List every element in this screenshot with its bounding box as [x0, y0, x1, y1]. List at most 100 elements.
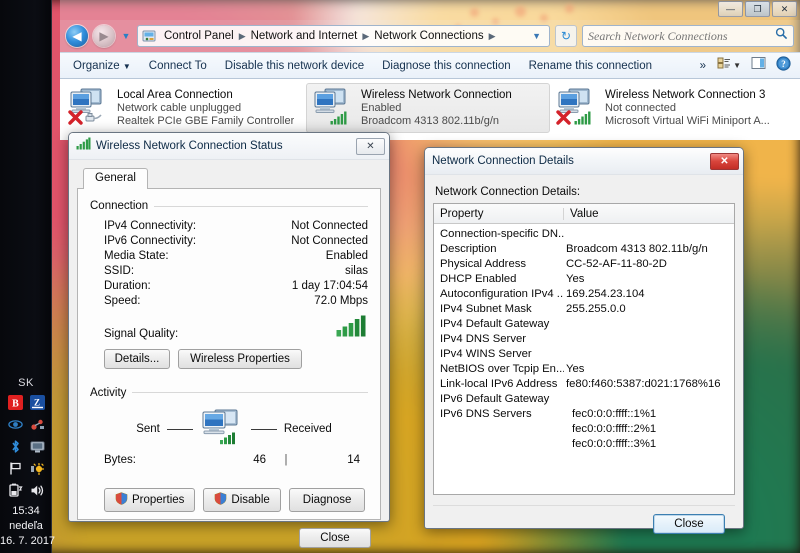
row-value [564, 317, 734, 332]
disable-button[interactable]: Disable [203, 487, 281, 512]
connect-to-button[interactable]: Connect To [140, 56, 216, 76]
toolbar-overflow-button[interactable]: » [694, 56, 712, 76]
control-panel-icon [142, 29, 157, 44]
bluetooth-icon[interactable] [8, 439, 23, 454]
wireless-properties-button[interactable]: Wireless Properties [178, 348, 302, 369]
close-button[interactable]: ✕ [772, 1, 797, 17]
maximize-icon: ❐ [753, 3, 762, 14]
preview-pane-button[interactable] [746, 54, 771, 77]
column-header-value: Value [570, 207, 599, 220]
eye-icon[interactable] [7, 417, 23, 432]
display-icon[interactable] [30, 439, 45, 454]
chevron-down-icon: ▼ [733, 61, 741, 70]
table-row[interactable]: fec0:0:0:ffff::2%1 [434, 422, 734, 437]
table-row[interactable]: IPv6 DNS Servers fec0:0:0:ffff::1%1 [434, 407, 734, 422]
dialog-title-bar: Wireless Network Connection Status ✕ [69, 133, 389, 160]
organize-button[interactable]: Organize ▼ [64, 56, 140, 76]
breadcrumb-item-network-and-internet[interactable]: Network and Internet [248, 29, 361, 43]
volume-icon[interactable] [30, 483, 45, 498]
maximize-button[interactable]: ❐ [745, 1, 770, 17]
row-value: Not Connected [291, 234, 368, 247]
close-icon: ✕ [780, 3, 789, 14]
breadcrumb-item-control-panel[interactable]: Control Panel [161, 29, 237, 43]
table-row[interactable]: IPv4 DNS Server [434, 332, 734, 347]
table-row[interactable]: IPv6 Default Gateway [434, 392, 734, 407]
details-close-button[interactable]: Close [653, 514, 725, 534]
row-value: Enabled [325, 249, 368, 262]
tab-general[interactable]: General [83, 168, 148, 189]
status-row: Speed: 72.0 Mbps [90, 293, 368, 308]
help-button[interactable]: ? [771, 54, 796, 78]
clock-time: 15:34 [12, 505, 40, 517]
row-value: Not Connected [291, 219, 368, 232]
recent-pages-button[interactable]: ▼ [120, 25, 132, 47]
svg-text:?: ? [781, 59, 786, 69]
table-row[interactable]: NetBIOS over Tcpip En... Yes [434, 362, 734, 377]
row-property: IPv6 DNS Servers [440, 408, 532, 420]
network-details-dialog: Network Connection Details ✕ Network Con… [424, 147, 744, 534]
search-input[interactable] [588, 28, 775, 44]
zoner-icon[interactable]: Z [29, 395, 45, 410]
status-close-button[interactable]: Close [299, 528, 371, 548]
bitdefender-icon[interactable]: B [7, 395, 23, 410]
window-controls: — ❐ ✕ [718, 1, 797, 17]
forward-button[interactable]: ▶ [93, 25, 115, 47]
back-arrow-icon: ◀ [72, 29, 82, 43]
taskbar-clock[interactable]: 15:34 nedeľa 16. 7. 2017 [0, 504, 55, 549]
breadcrumb-separator-icon: ▶ [362, 30, 370, 41]
desktop-screen: — ❐ ✕ ◀ ▶ ▼ Control Panel ▶ Network and … [0, 0, 800, 553]
table-row[interactable]: Connection-specific DN... [434, 227, 734, 242]
properties-button[interactable]: Properties [104, 487, 196, 512]
disable-device-button[interactable]: Disable this network device [216, 56, 373, 76]
back-button[interactable]: ◀ [66, 25, 88, 47]
search-box[interactable] [582, 25, 794, 47]
diagnose-connection-button[interactable]: Diagnose this connection [373, 56, 520, 76]
table-row[interactable]: IPv4 Default Gateway [434, 317, 734, 332]
details-table[interactable]: Property Value Connection-specific DN...… [433, 203, 735, 495]
row-property: Connection-specific DN... [440, 228, 564, 240]
signal-bars-icon [336, 315, 368, 340]
row-label: SSID: [104, 264, 135, 277]
details-label: Network Connection Details: [435, 186, 581, 198]
forward-arrow-icon: ▶ [99, 29, 109, 43]
minimize-button[interactable]: — [718, 1, 743, 17]
svg-text:Z: Z [33, 398, 39, 408]
row-value: Yes [566, 273, 585, 285]
table-row[interactable]: Link-local IPv6 Address fe80:f460:5387:d… [434, 377, 734, 392]
table-row[interactable]: DHCP Enabled Yes [434, 272, 734, 287]
connection-group-header: Connection [90, 200, 368, 212]
row-value: 72.0 Mbps [314, 294, 368, 307]
breadcrumb[interactable]: Control Panel ▶ Network and Internet ▶ N… [137, 25, 550, 47]
table-row[interactable]: Autoconfiguration IPv4 ... 169.254.23.10… [434, 287, 734, 302]
refresh-button[interactable]: ↻ [555, 25, 577, 47]
rename-connection-button[interactable]: Rename this connection [520, 56, 661, 76]
network-activity-icon[interactable] [30, 417, 45, 432]
breadcrumb-item-network-connections[interactable]: Network Connections [371, 29, 486, 43]
table-row[interactable]: Physical Address CC-52-AF-11-80-2D [434, 257, 734, 272]
dialog-title: Wireless Network Connection Status [96, 140, 283, 152]
signal-quality-row: Signal Quality: [90, 308, 368, 342]
dialog-close-button[interactable]: ✕ [356, 137, 385, 155]
received-line [250, 428, 277, 430]
help-icon: ? [776, 55, 791, 76]
table-row[interactable]: IPv4 WINS Server [434, 347, 734, 362]
bytes-label: Bytes: [104, 453, 136, 466]
language-indicator[interactable]: SK [0, 377, 52, 395]
refresh-icon: ↻ [560, 29, 572, 43]
table-row[interactable]: Description Broadcom 4313 802.11b/g/n [434, 242, 734, 257]
flag-icon[interactable] [8, 461, 23, 476]
breadcrumb-dropdown-icon[interactable]: ▼ [528, 31, 545, 41]
change-view-button[interactable]: ▼ [712, 54, 746, 77]
shield-icon [214, 491, 227, 508]
table-row[interactable]: IPv4 Subnet Mask 255.255.0.0 [434, 302, 734, 317]
diagnose-button[interactable]: Diagnose [288, 487, 366, 512]
bytes-row: Bytes: 46 | 14 [90, 450, 368, 466]
battery-icon[interactable] [8, 483, 23, 498]
table-row[interactable]: fec0:0:0:ffff::3%1 [434, 437, 734, 452]
status-row: Media State: Enabled [90, 248, 368, 263]
row-value: fec0:0:0:ffff::2%1 [572, 423, 657, 435]
row-property: IPv6 Default Gateway [440, 393, 550, 405]
dialog-close-button[interactable]: ✕ [710, 152, 739, 170]
details-button[interactable]: Details... [104, 348, 170, 369]
brightness-icon[interactable] [30, 461, 45, 476]
